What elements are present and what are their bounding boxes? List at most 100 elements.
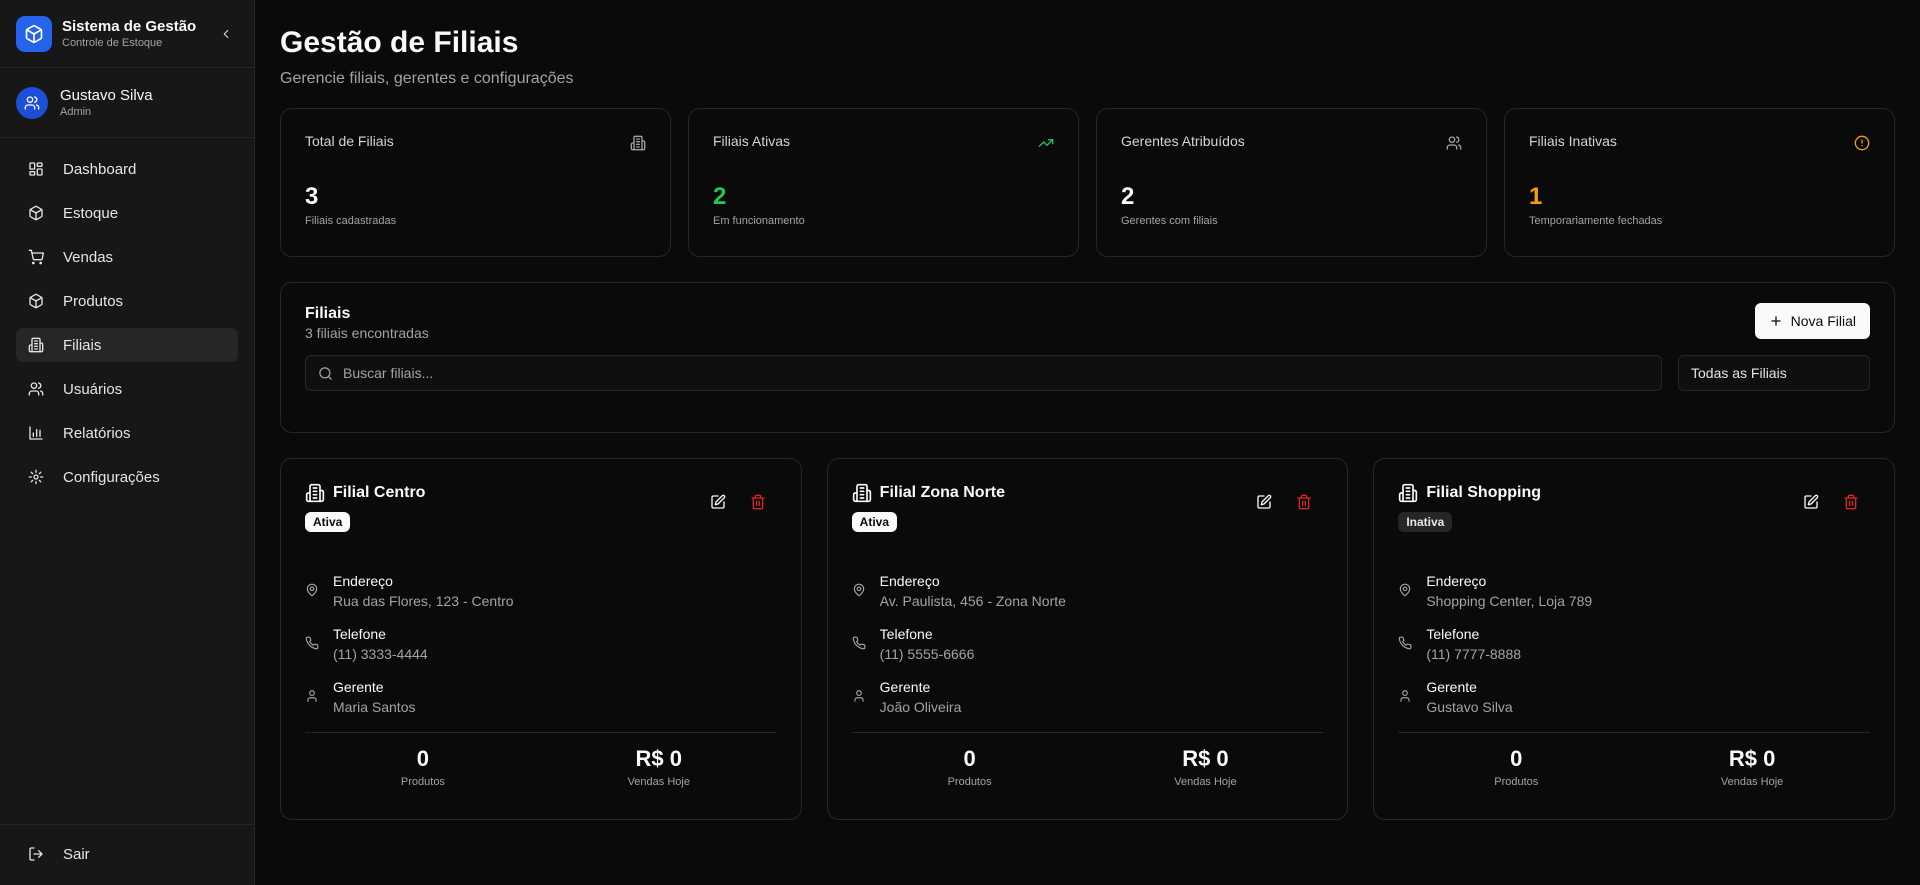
phone-value: (11) 5555-6666 [879, 646, 975, 662]
branch-name: Filial Shopping [1426, 484, 1541, 501]
gear-icon [28, 469, 44, 485]
trash-icon [1844, 494, 1858, 510]
sidebar-item-estoque[interactable]: Estoque [16, 196, 238, 230]
branch-name: Filial Zona Norte [879, 484, 1006, 501]
edit-icon [711, 494, 725, 509]
address-value: Rua das Flores, 123 - Centro [333, 593, 514, 609]
map-pin-icon [306, 583, 318, 597]
address-value: Shopping Center, Loja 789 [1426, 593, 1593, 609]
box-icon [29, 205, 43, 221]
phone-row: Telefone (11) 5555-6666 [852, 626, 1324, 662]
manager-row: Gerente Maria Santos [305, 679, 777, 715]
sidebar-item-usuarios[interactable]: Usuários [16, 372, 238, 406]
address-row: Endereço Av. Paulista, 456 - Zona Norte [852, 573, 1324, 609]
address-row: Endereço Shopping Center, Loja 789 [1398, 573, 1870, 609]
building-icon [305, 483, 325, 503]
sidebar-item-produtos[interactable]: Produtos [16, 284, 238, 318]
avatar [16, 86, 48, 119]
sidebar-item-label: Relatórios [63, 424, 131, 442]
sidebar-item-filiais[interactable]: Filiais [16, 328, 238, 362]
address-row: Endereço Rua das Flores, 123 - Centro [305, 573, 777, 609]
manager-label: Gerente [879, 679, 931, 695]
brand: Sistema de Gestão Controle de Estoque [0, 0, 254, 68]
trending-up-icon [1038, 139, 1054, 147]
sales-today-label: Vendas Hoje [1174, 776, 1237, 788]
status-filter-select[interactable]: Todas as Filiais [1678, 355, 1870, 391]
branch-card: Filial Centro Ativa Endereço Rua das Flo… [280, 458, 802, 820]
sidebar-item-relatorios[interactable]: Relatórios [16, 416, 238, 450]
manager-value: Gustavo Silva [1426, 699, 1513, 715]
sidebar-item-label: Configurações [63, 468, 160, 486]
plus-icon [1770, 316, 1781, 326]
edit-button[interactable] [1253, 491, 1275, 513]
products-count: 0 [416, 746, 430, 771]
stat-value: 2 [713, 183, 727, 210]
status-badge: Ativa [851, 512, 898, 532]
trash-icon [751, 494, 765, 510]
sales-today-value: R$ 0 [635, 746, 682, 771]
products-label: Produtos [400, 776, 445, 788]
main-content: Gestão de Filiais Gerencie filiais, gere… [255, 0, 1920, 885]
phone-row: Telefone (11) 7777-8888 [1398, 626, 1870, 662]
sidebar-item-label: Dashboard [63, 160, 137, 178]
panel-title: Filiais [305, 305, 351, 322]
stats-row: Total de Filiais 3 Filiais cadastradas F… [280, 108, 1895, 257]
address-label: Endereço [1426, 573, 1487, 589]
sales-today-label: Vendas Hoje [1720, 776, 1784, 788]
status-badge: Ativa [305, 512, 351, 532]
products-count: 0 [963, 746, 976, 771]
sidebar-nav: Dashboard Estoque Vendas Produtos Filiai… [0, 138, 254, 824]
sidebar-item-dashboard[interactable]: Dashboard [16, 152, 238, 186]
stat-value: 1 [1529, 183, 1543, 210]
phone-label: Telefone [1426, 626, 1480, 642]
dashboard-icon [29, 162, 43, 176]
edit-button[interactable] [1800, 491, 1822, 513]
stat-label: Filiais Ativas [713, 133, 791, 149]
manager-label: Gerente [1426, 679, 1477, 695]
users-icon [1446, 136, 1462, 150]
sidebar-item-configuracoes[interactable]: Configurações [16, 460, 238, 494]
user-profile[interactable]: Gustavo Silva Admin [0, 68, 254, 138]
stat-value: 2 [1121, 183, 1135, 210]
logout-label: Sair [63, 845, 90, 863]
trash-icon [1297, 494, 1312, 510]
stat-label: Filiais Inativas [1529, 133, 1617, 149]
delete-button[interactable] [747, 491, 769, 513]
user-name: Gustavo Silva [60, 87, 153, 104]
edit-icon [1257, 494, 1272, 509]
edit-button[interactable] [707, 491, 729, 513]
stat-card-managers: Gerentes Atribuídos 2 Gerentes com filia… [1096, 108, 1487, 257]
sales-today-label: Vendas Hoje [627, 776, 690, 788]
phone-icon [852, 636, 866, 650]
stat-description: Filiais cadastradas [305, 215, 397, 227]
sidebar-item-vendas[interactable]: Vendas [16, 240, 238, 274]
building-icon [630, 135, 646, 151]
cube-icon [16, 15, 52, 52]
sidebar: Sistema de Gestão Controle de Estoque Gu… [0, 0, 255, 885]
map-pin-icon [853, 583, 864, 597]
address-value: Av. Paulista, 456 - Zona Norte [879, 593, 1066, 609]
sidebar-item-label: Usuários [63, 380, 123, 398]
manager-label: Gerente [333, 679, 384, 695]
stat-description: Gerentes com filiais [1121, 215, 1218, 227]
stat-card-total: Total de Filiais 3 Filiais cadastradas [280, 108, 671, 257]
app-subtitle: Controle de Estoque [62, 37, 163, 49]
phone-label: Telefone [333, 626, 386, 642]
users-icon [24, 95, 40, 110]
delete-button[interactable] [1293, 491, 1315, 513]
collapse-sidebar-button[interactable] [214, 22, 238, 46]
filter-value: Todas as Filiais [1691, 365, 1787, 381]
app-title: Sistema de Gestão [62, 18, 197, 35]
branch-name: Filial Centro [333, 484, 426, 501]
cart-icon [28, 249, 44, 265]
search-input[interactable] [343, 365, 1649, 381]
logout-button[interactable]: Sair [16, 837, 238, 871]
delete-button[interactable] [1840, 491, 1862, 513]
edit-icon [1804, 494, 1819, 509]
building-icon [852, 483, 871, 503]
new-branch-button[interactable]: Nova Filial [1754, 303, 1870, 339]
sales-today-value: R$ 0 [1728, 746, 1776, 771]
map-pin-icon [1400, 583, 1411, 597]
sidebar-footer: Sair [0, 824, 254, 885]
phone-row: Telefone (11) 3333-4444 [305, 626, 777, 662]
